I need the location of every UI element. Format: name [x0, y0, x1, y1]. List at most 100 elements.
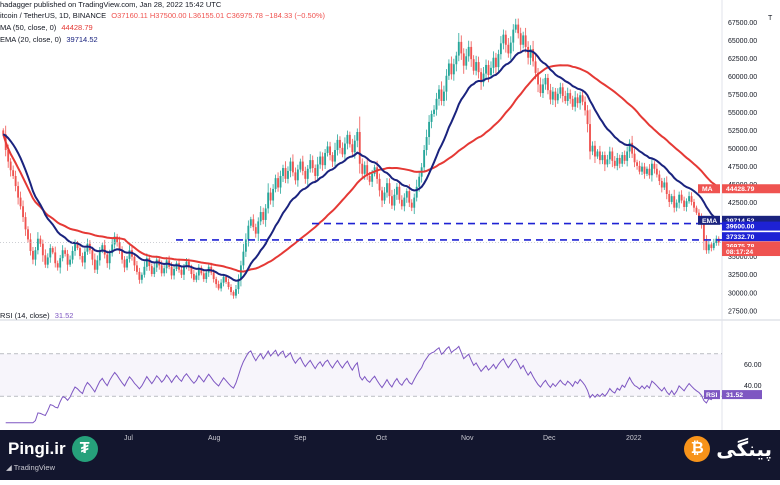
candle-body [252, 219, 255, 228]
symbol-text[interactable]: itcoin / TetherUS, 1D, BINANCE [0, 11, 106, 20]
candle-body [361, 163, 364, 174]
time-label-dec: Dec [543, 435, 556, 442]
candle-body [388, 183, 391, 197]
candle-body [569, 93, 572, 99]
candle-body [282, 168, 284, 176]
candle-body [249, 219, 252, 226]
candle-body [413, 197, 416, 208]
level-low-tag-value: 37332.70 [726, 234, 755, 241]
candle-body [586, 110, 589, 125]
candle-body [27, 229, 29, 240]
candle-body [244, 239, 247, 252]
candle-body [316, 164, 319, 176]
candle-body [267, 192, 270, 209]
candle-body [504, 34, 507, 45]
candle-body [69, 259, 72, 265]
candle-body [291, 161, 294, 173]
candle-body [455, 55, 458, 65]
ema20-line [2, 49, 720, 282]
candle-body [410, 202, 413, 208]
candle-body [351, 144, 354, 153]
candle-body [707, 244, 710, 251]
ema-legend[interactable]: EMA (20, close, 0) 39714.52 [0, 35, 101, 44]
candle-body [636, 162, 638, 166]
candle-body [368, 175, 371, 182]
pingi-fa-logo[interactable]: ₿ پینگی [684, 436, 772, 462]
candle-body [400, 199, 403, 207]
candle-body [336, 139, 339, 151]
price-tick-label: 65000.00 [728, 38, 757, 45]
price-tick-label: 55000.00 [728, 110, 757, 117]
candle-body [690, 196, 693, 202]
candle-body [64, 250, 67, 254]
candle-body [41, 243, 44, 256]
candle-body [294, 172, 297, 181]
candle-body [470, 46, 473, 60]
rsi-legend[interactable]: RSI (14, close) 31.52 [0, 311, 76, 320]
candle-body [485, 64, 487, 74]
time-label-oct: Oct [376, 435, 387, 442]
candle-body [702, 224, 705, 241]
candle-body [514, 24, 517, 30]
pingi-logo[interactable]: Pingi.ir ₮ [8, 436, 98, 462]
ma-legend-value: 44428.79 [61, 23, 93, 32]
candle-body [606, 159, 609, 165]
ma-legend[interactable]: MA (50, close, 0) 44428.79 [0, 23, 96, 32]
candle-body [79, 248, 81, 256]
candle-body [348, 134, 351, 145]
symbol-line: itcoin / TetherUS, 1D, BINANCE O37160.11… [0, 11, 328, 20]
candle-body [230, 287, 232, 293]
candle-body [19, 197, 22, 207]
time-label-aug: Aug [208, 435, 221, 442]
publisher-line: hadagger published on TradingView.com, J… [0, 0, 224, 9]
candle-body [499, 43, 502, 55]
pingi-text: Pingi.ir [8, 439, 66, 458]
candle-body [450, 63, 453, 75]
candle-body [653, 163, 656, 169]
time-label-2022: 2022 [626, 435, 642, 442]
candle-body [225, 276, 228, 282]
candle-body [608, 151, 611, 160]
candle-body [9, 161, 12, 171]
candle-body [430, 113, 433, 122]
time-label-sep: Sep [294, 435, 307, 442]
ema-legend-label: EMA (20, close, 0) [0, 35, 62, 44]
candle-body [106, 254, 109, 264]
candle-body [232, 292, 235, 296]
candle-body [631, 142, 634, 154]
candle-body [668, 194, 671, 202]
candle-body [648, 168, 651, 176]
candle-body [34, 250, 37, 260]
candle-body [660, 181, 663, 188]
candle-body [435, 98, 438, 110]
candle-body [522, 35, 525, 45]
candle-body [712, 243, 715, 249]
candle-body [509, 42, 512, 54]
candle-body [296, 169, 299, 181]
candle-body [96, 260, 99, 270]
candle-body [135, 265, 138, 272]
candle-body [71, 250, 74, 260]
candle-body [574, 97, 577, 107]
candle-body [710, 244, 713, 249]
ma-tag-value: 44428.79 [726, 186, 755, 193]
candle-body [678, 194, 681, 203]
candle-body [517, 24, 520, 34]
tradingview-logo[interactable]: ◢ TradingView [6, 463, 55, 472]
candle-body [254, 227, 257, 234]
candle-body [46, 257, 49, 265]
candle-body [289, 161, 292, 171]
tether-icon: ₮ [71, 436, 98, 462]
candle-body [215, 279, 218, 285]
candle-body [428, 121, 431, 138]
candle-body [163, 268, 166, 274]
candle-body [603, 155, 606, 165]
candle-body [287, 170, 289, 179]
candle-body [321, 156, 324, 166]
candle-body [202, 273, 205, 280]
price-tick-label: 30000.00 [728, 290, 757, 297]
candle-body [581, 95, 584, 102]
candle-body [490, 67, 492, 76]
candle-body [618, 157, 621, 164]
chart-canvas[interactable]: 67500.00 65000.00 62500.00 60000.00 57500.00… [0, 0, 780, 480]
